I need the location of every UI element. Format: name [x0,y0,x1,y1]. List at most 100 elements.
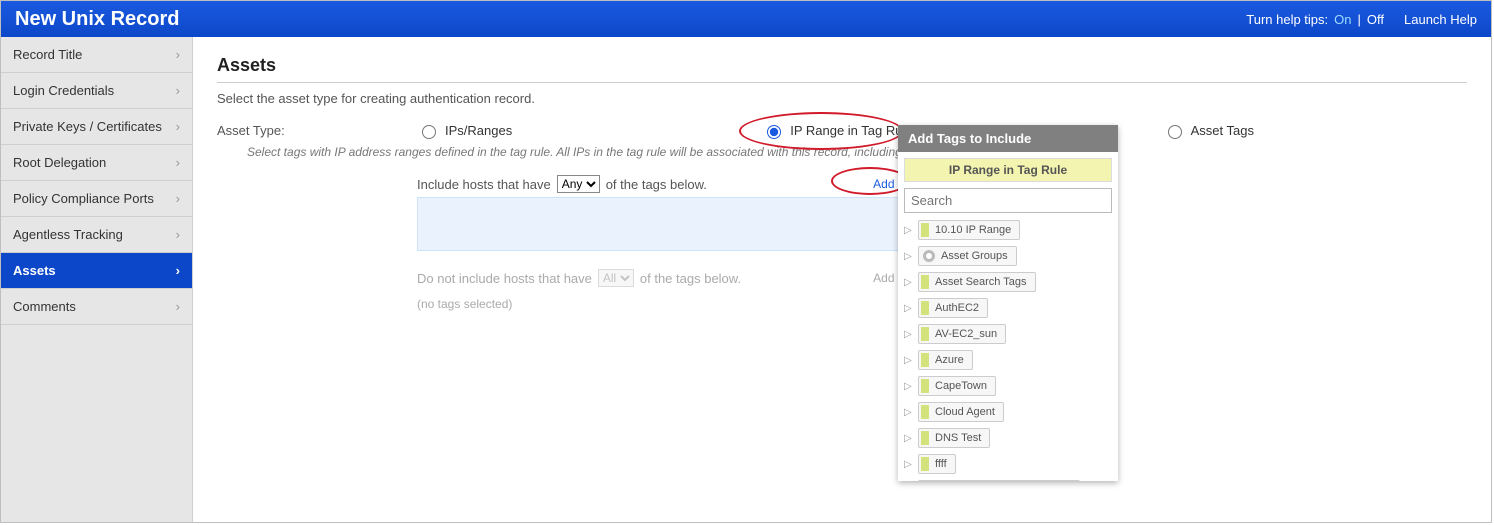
tag-chip[interactable]: DNS Test [918,428,990,448]
tag-chip[interactable]: AV-EC2_sun [918,324,1006,344]
tag-chip[interactable]: Azure [918,350,973,370]
sidebar: Record Title › Login Credentials › Priva… [1,37,193,522]
sidebar-item-private-keys[interactable]: Private Keys / Certificates › [1,109,192,145]
chevron-right-icon: › [176,263,180,278]
tag-row: ▷ CapeTown [904,373,1112,399]
include-prefix: Include hosts that have [417,177,551,192]
tag-name: Asset Search Tags [935,276,1027,288]
radio-ips-ranges-input[interactable] [422,125,436,139]
tag-chip[interactable]: Cloud Agent [918,402,1004,422]
app-window: New Unix Record Turn help tips: On | Off… [0,0,1492,523]
tag-row: ▷ Asset Search Tags [904,269,1112,295]
expand-icon[interactable]: ▷ [904,459,912,470]
radio-ips-ranges[interactable]: IPs/Ranges [417,122,512,139]
radio-ip-range-tag-rule-input[interactable] [767,125,781,139]
expand-icon[interactable]: ▷ [904,277,912,288]
tag-chip[interactable]: Asset Search Tags [918,272,1036,292]
exclude-prefix: Do not include hosts that have [417,271,592,286]
exclude-row: Do not include hosts that have All of th… [417,269,917,287]
expand-icon[interactable]: ▷ [904,407,912,418]
include-drop-zone[interactable] [417,197,917,251]
main-panel: Assets Select the asset type for creatin… [193,37,1491,522]
tag-name: DNS Test [935,432,981,444]
expand-icon[interactable]: ▷ [904,433,912,444]
launch-help-link[interactable]: Launch Help [1404,12,1477,27]
page-title: Assets [217,55,1467,83]
color-swatch [921,353,929,367]
sidebar-item-label: Record Title [13,47,82,62]
expand-icon[interactable]: ▷ [904,251,912,262]
expand-icon[interactable]: ▷ [904,355,912,366]
radio-ip-range-tag-rule-label: IP Range in Tag Rule [790,123,912,138]
asset-type-help-text: Select tags with IP address ranges defin… [247,145,1467,159]
popup-subtitle: IP Range in Tag Rule [904,158,1112,182]
tag-chip[interactable]: AuthEC2 [918,298,988,318]
tag-chip[interactable]: Global_Network_Asset_Tag [918,480,1080,481]
color-swatch [921,379,929,393]
exclude-empty-text: (no tags selected) [417,291,917,317]
tag-row: ▷ Cloud Agent [904,399,1112,425]
sidebar-item-assets[interactable]: Assets › [1,253,192,289]
color-swatch [921,457,929,471]
color-swatch [921,301,929,315]
tag-row: ▷Global_Network_Asset_Tag [904,477,1112,481]
help-tips-on[interactable]: On [1334,12,1351,27]
sidebar-item-comments[interactable]: Comments › [1,289,192,325]
tag-list[interactable]: ▷ 10.10 IP Range ▷ Asset Groups ▷ Asset Searc… [898,217,1118,481]
chevron-right-icon: › [176,119,180,134]
chevron-right-icon: › [176,83,180,98]
tag-name: AV-EC2_sun [935,328,997,340]
tag-chip[interactable]: ffff [918,454,956,474]
sidebar-item-label: Policy Compliance Ports [13,191,154,206]
exclude-mode-select: All [598,269,634,287]
tag-name: Asset Groups [941,250,1008,262]
asset-type-row: Asset Type: IPs/Ranges IP Range in Tag R… [217,122,1467,139]
target-icon [923,250,935,262]
sidebar-item-label: Root Delegation [13,155,106,170]
sidebar-item-root-delegation[interactable]: Root Delegation › [1,145,192,181]
expand-icon[interactable]: ▷ [904,381,912,392]
radio-ips-ranges-label: IPs/Ranges [445,123,512,138]
tag-search-input[interactable] [904,188,1112,213]
sidebar-item-label: Private Keys / Certificates [13,119,162,134]
radio-asset-tags[interactable]: Asset Tags [1163,122,1254,139]
sidebar-item-record-title[interactable]: Record Title › [1,37,192,73]
include-tag-section: Include hosts that have Any of the tags … [417,175,917,317]
tag-chip[interactable]: Asset Groups [918,246,1017,266]
color-swatch [921,431,929,445]
include-row: Include hosts that have Any of the tags … [417,175,917,193]
add-tags-popup: Add Tags to Include IP Range in Tag Rule… [898,125,1118,481]
tag-chip[interactable]: CapeTown [918,376,996,396]
sidebar-item-policy-compliance[interactable]: Policy Compliance Ports › [1,181,192,217]
sidebar-item-agentless-tracking[interactable]: Agentless Tracking › [1,217,192,253]
sidebar-item-label: Agentless Tracking [13,227,123,242]
exclude-suffix: of the tags below. [640,271,741,286]
expand-icon[interactable]: ▷ [904,329,912,340]
tag-name: CapeTown [935,380,987,392]
color-swatch [921,223,929,237]
page-subtitle: Select the asset type for creating authe… [217,91,1467,106]
expand-icon[interactable]: ▷ [904,225,912,236]
chevron-right-icon: › [176,155,180,170]
color-swatch [921,275,929,289]
tag-chip[interactable]: 10.10 IP Range [918,220,1020,240]
tag-name: 10.10 IP Range [935,224,1011,236]
sidebar-item-login-credentials[interactable]: Login Credentials › [1,73,192,109]
tag-row: ▷ Azure [904,347,1112,373]
chevron-right-icon: › [176,227,180,242]
tag-row: ▷ Asset Groups [904,243,1112,269]
radio-asset-tags-input[interactable] [1168,125,1182,139]
tag-name: Cloud Agent [935,406,995,418]
header-right: Turn help tips: On | Off Launch Help [1246,12,1477,27]
color-swatch [921,405,929,419]
tag-row: ▷ DNS Test [904,425,1112,451]
help-tips-off[interactable]: Off [1367,12,1384,27]
color-swatch [921,327,929,341]
radio-ip-range-tag-rule[interactable]: IP Range in Tag Rule [762,122,912,139]
include-mode-select[interactable]: Any [557,175,600,193]
tag-row: ▷ AuthEC2 [904,295,1112,321]
sidebar-item-label: Assets [13,263,56,278]
sidebar-item-label: Login Credentials [13,83,114,98]
expand-icon[interactable]: ▷ [904,303,912,314]
tag-row: ▷ 10.10 IP Range [904,217,1112,243]
